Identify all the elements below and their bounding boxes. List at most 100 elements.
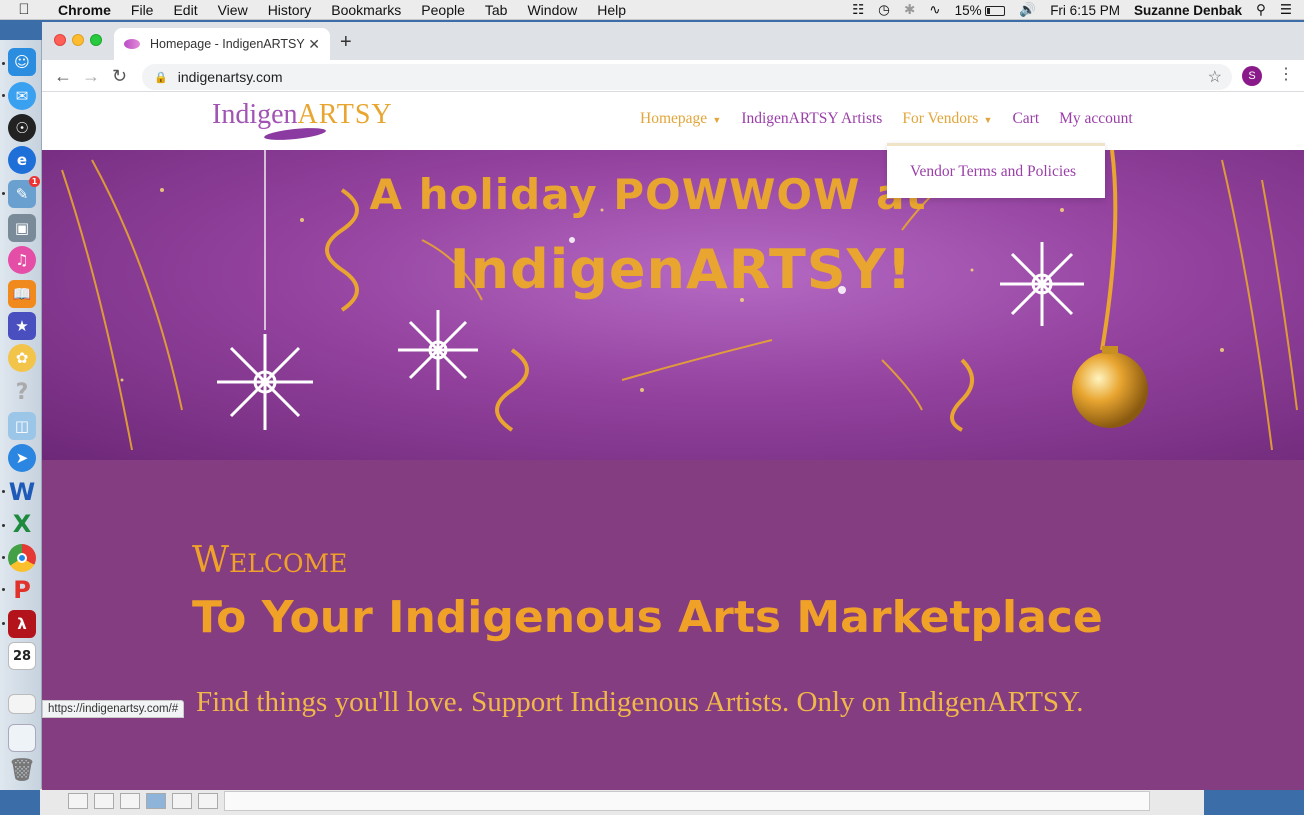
running-indicator xyxy=(2,62,5,65)
time-machine-icon[interactable]: ◷ xyxy=(878,2,890,18)
lock-icon[interactable]: 🔒 xyxy=(154,71,168,84)
spotlight-search-icon[interactable]: ⚲ xyxy=(1256,2,1266,18)
logo-text-artsy: ARTSY xyxy=(297,99,393,130)
chevron-down-icon: ▼ xyxy=(981,115,993,125)
bluetooth-icon[interactable]: ✱ xyxy=(904,2,915,18)
background-text-field[interactable] xyxy=(224,791,1150,811)
menu-file[interactable]: File xyxy=(121,2,164,18)
excel-icon[interactable]: X xyxy=(8,510,36,538)
profile-avatar[interactable]: S xyxy=(1242,66,1262,86)
wifi-icon[interactable]: ∿ xyxy=(929,2,940,18)
close-tab-icon[interactable]: ✕ xyxy=(308,36,320,53)
outline-format-icon[interactable] xyxy=(94,793,114,809)
image-capture-icon[interactable]: ▣ xyxy=(8,214,36,242)
table-icon[interactable] xyxy=(172,793,192,809)
nav-my-account[interactable]: My account xyxy=(1059,110,1133,128)
user-name[interactable]: Suzanne Denbak xyxy=(1134,3,1242,18)
nav-cart[interactable]: Cart xyxy=(1012,110,1039,128)
forward-button[interactable]: → xyxy=(82,65,100,87)
preview-icon[interactable]: ✎ 1 xyxy=(8,176,40,208)
menu-edit[interactable]: Edit xyxy=(163,2,207,18)
minimize-window-button[interactable] xyxy=(72,34,84,46)
itunes-icon[interactable]: ♫ xyxy=(8,246,36,274)
photos-icon[interactable]: ✿ xyxy=(8,344,36,372)
hero-banner: A holiday POWWOW at IndigenARTSY! xyxy=(42,150,1304,460)
imovie-icon[interactable]: ★ xyxy=(8,312,36,340)
document-thumbnail-icon[interactable] xyxy=(8,694,36,714)
ornament-ball xyxy=(1072,352,1148,428)
tab-homepage[interactable]: Homepage - IndigenARTSY ✕ xyxy=(114,28,330,60)
calendar-icon[interactable]: 28 xyxy=(8,642,36,670)
dashboard-icon[interactable]: ☉ xyxy=(8,114,36,142)
help-icon[interactable]: ? xyxy=(8,378,36,406)
dropdown-item-vendor-terms[interactable]: Vendor Terms and Policies xyxy=(910,163,1076,181)
chevron-down-icon: ▼ xyxy=(710,115,722,125)
menu-help[interactable]: Help xyxy=(587,2,636,18)
nav-artists[interactable]: IndigenARTSY Artists xyxy=(741,110,882,128)
running-indicator xyxy=(2,524,5,527)
nav-homepage[interactable]: Homepage ▼ xyxy=(640,110,721,128)
address-bar[interactable]: 🔒 indigenartsy.com ☆ xyxy=(142,64,1232,90)
menu-bar:  Chrome File Edit View History Bookmark… xyxy=(0,0,1304,20)
media-icon[interactable] xyxy=(198,793,218,809)
site-logo[interactable]: IndigenARTSY xyxy=(212,99,393,143)
status-area: ☷ ◷ ✱ ∿ 15% 🔊 Fri 6:15 PM Suzanne Denbak… xyxy=(852,0,1304,20)
back-button[interactable]: ← xyxy=(54,65,72,87)
messages-icon[interactable]: ✉ xyxy=(8,82,36,110)
menu-people[interactable]: People xyxy=(411,2,475,18)
notification-center-icon[interactable]: ☰ xyxy=(1280,2,1292,18)
nav-vendors-label: For Vendors xyxy=(902,110,979,127)
tab-strip: Homepage - IndigenARTSY ✕ + xyxy=(42,22,1304,60)
running-indicator xyxy=(2,622,5,625)
preview-docs-icon[interactable]: ◫ xyxy=(8,412,36,440)
nav-homepage-label: Homepage xyxy=(640,110,708,127)
ibooks-icon[interactable]: 📖 xyxy=(8,280,36,308)
powerpoint-icon[interactable]: P xyxy=(8,576,36,604)
welcome-section: Welcome To Your Indigenous Arts Marketpl… xyxy=(42,460,1304,790)
reload-button[interactable]: ↻ xyxy=(112,65,127,87)
menu-bookmarks[interactable]: Bookmarks xyxy=(321,2,411,18)
tab-title: Homepage - IndigenARTSY xyxy=(150,37,305,51)
new-tab-button[interactable]: + xyxy=(340,32,352,52)
running-indicator xyxy=(2,94,5,97)
hero-title-line2: IndigenARTSY! xyxy=(449,238,913,301)
activity-monitor-icon[interactable]: ☷ xyxy=(852,2,864,18)
acrobat-icon[interactable]: λ xyxy=(8,610,36,638)
welcome-subheading: To Your Indigenous Arts Marketplace xyxy=(192,592,1103,643)
browser-toolbar: ← → ↻ 🔒 indigenartsy.com ☆ S ⋮ xyxy=(42,60,1304,92)
site-header: IndigenARTSY Homepage ▼ IndigenARTSY Art… xyxy=(42,93,1304,150)
list-format-icon[interactable] xyxy=(68,793,88,809)
chrome-icon[interactable] xyxy=(8,544,36,572)
image-icon[interactable] xyxy=(120,793,140,809)
chrome-menu-icon[interactable]: ⋮ xyxy=(1278,64,1294,84)
clock[interactable]: Fri 6:15 PM xyxy=(1050,3,1120,18)
menu-tab[interactable]: Tab xyxy=(475,2,518,18)
menu-view[interactable]: View xyxy=(208,2,258,18)
link-status-bar: https://indigenartsy.com/# xyxy=(42,700,185,718)
url-text: indigenartsy.com xyxy=(177,69,283,85)
running-indicator xyxy=(2,192,5,195)
bookmark-star-icon[interactable]: ☆ xyxy=(1208,67,1222,87)
welcome-heading: Welcome xyxy=(192,540,348,581)
battery-icon xyxy=(985,5,1006,16)
finder-icon[interactable]: ☺ xyxy=(8,48,36,76)
battery-status[interactable]: 15% xyxy=(955,3,1006,18)
safari-icon[interactable]: ➤ xyxy=(8,444,36,472)
background-window xyxy=(40,788,1204,815)
calendar-day: 28 xyxy=(12,648,32,664)
web-page: IndigenARTSY Homepage ▼ IndigenARTSY Art… xyxy=(42,93,1304,790)
maximize-window-button[interactable] xyxy=(90,34,102,46)
running-indicator xyxy=(2,556,5,559)
trash-icon[interactable]: 🗑 xyxy=(8,756,36,784)
word-icon[interactable]: W xyxy=(8,478,36,506)
menu-app-chrome[interactable]: Chrome xyxy=(48,2,121,18)
menu-window[interactable]: Window xyxy=(517,2,587,18)
nav-for-vendors[interactable]: For Vendors ▼ xyxy=(902,110,992,128)
word-document-icon[interactable] xyxy=(8,724,36,752)
volume-icon[interactable]: 🔊 xyxy=(1019,2,1036,18)
close-window-button[interactable] xyxy=(54,34,66,46)
internet-explorer-icon[interactable]: e xyxy=(8,146,36,174)
menu-history[interactable]: History xyxy=(258,2,322,18)
layout-icon[interactable] xyxy=(146,793,166,809)
apple-icon[interactable]:  xyxy=(0,1,48,18)
